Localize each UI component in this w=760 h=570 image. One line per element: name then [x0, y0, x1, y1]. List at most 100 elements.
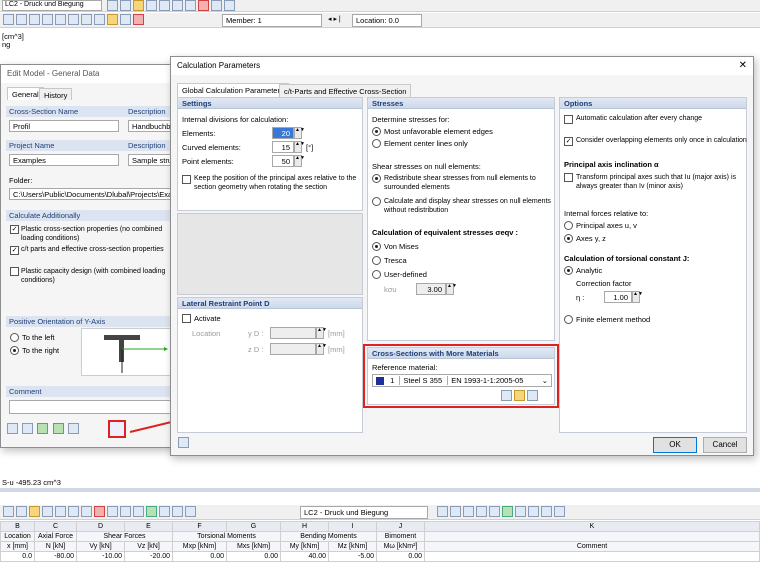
- k-input[interactable]: 3.00: [416, 283, 446, 295]
- axes-uv-radio[interactable]: [564, 221, 573, 230]
- elements-spinner[interactable]: ▲▼: [294, 127, 305, 139]
- von-mises-radio[interactable]: [372, 242, 381, 251]
- tool-icon[interactable]: [29, 14, 40, 25]
- plastic-props-checkbox[interactable]: ✓: [10, 225, 19, 234]
- project-desc-input[interactable]: Sample struc: [128, 154, 176, 166]
- edit-icon[interactable]: [22, 423, 34, 434]
- activate-checkbox[interactable]: [182, 314, 191, 323]
- tool-icon[interactable]: [94, 14, 105, 25]
- table-loadcase-select[interactable]: LC2 - Druck und Biegung: [300, 506, 428, 519]
- tool-icon[interactable]: [107, 14, 118, 25]
- ct-parts-checkbox[interactable]: ✓: [10, 246, 19, 255]
- tool-icon[interactable]: [515, 506, 526, 517]
- tool-icon[interactable]: [55, 506, 66, 517]
- axes-yz-radio[interactable]: [564, 234, 573, 243]
- tool-icon[interactable]: [68, 506, 79, 517]
- tool-icon[interactable]: [146, 506, 157, 517]
- folder-input[interactable]: C:\Users\Public\Documents\Dlubal\Project…: [9, 188, 176, 200]
- table-cell[interactable]: 40.00: [280, 551, 329, 562]
- table-icon[interactable]: [159, 0, 170, 11]
- eta-spinner[interactable]: ▲▼: [632, 291, 643, 303]
- plastic-capacity-checkbox[interactable]: [10, 267, 19, 276]
- tool-icon[interactable]: [120, 14, 131, 25]
- prev-icon[interactable]: [107, 0, 118, 11]
- results-icon[interactable]: [146, 0, 157, 11]
- help-icon[interactable]: [7, 423, 18, 434]
- table-cell[interactable]: -80.00: [34, 551, 77, 562]
- project-name-input[interactable]: Examples: [9, 154, 119, 166]
- zd-spinner[interactable]: ▲▼: [316, 343, 327, 355]
- tool-icon[interactable]: [133, 506, 144, 517]
- tool-icon[interactable]: [489, 506, 500, 517]
- splitter[interactable]: [0, 488, 760, 492]
- point-input[interactable]: 50: [272, 155, 294, 167]
- elements-input[interactable]: 20: [272, 127, 294, 139]
- prev-icon[interactable]: [437, 506, 448, 517]
- analytic-radio[interactable]: [564, 266, 573, 275]
- most-unfav-radio[interactable]: [372, 127, 381, 136]
- tool-icon[interactable]: [463, 506, 474, 517]
- grid-icon[interactable]: [172, 0, 183, 11]
- tool-icon[interactable]: [55, 14, 66, 25]
- tool-icon[interactable]: [94, 506, 105, 517]
- k-spinner[interactable]: ▲▼: [446, 283, 457, 295]
- tool-icon[interactable]: [172, 506, 183, 517]
- curved-spinner[interactable]: ▲▼: [294, 141, 305, 153]
- member-nav-icons[interactable]: ◂ ▸ |: [328, 15, 341, 23]
- export-icon[interactable]: [67, 423, 79, 434]
- zd-input[interactable]: [270, 343, 316, 355]
- tool-icon[interactable]: [107, 506, 118, 517]
- tool-icon[interactable]: [42, 14, 53, 25]
- point-spinner[interactable]: ▲▼: [294, 155, 305, 167]
- curved-input[interactable]: 15: [272, 141, 294, 153]
- loadcase-select[interactable]: LC2 - Druck und Biegung: [2, 0, 102, 11]
- table-cell[interactable]: [424, 551, 760, 562]
- user-def-radio[interactable]: [372, 270, 381, 279]
- cross-section-name-input[interactable]: Profil: [9, 120, 119, 132]
- table-cell[interactable]: 0.00: [226, 551, 281, 562]
- fem-radio[interactable]: [564, 315, 573, 324]
- tab-ct-parts[interactable]: c/t-Parts and Effective Cross-Section: [279, 84, 412, 98]
- yd-spinner[interactable]: ▲▼: [316, 327, 327, 339]
- ok-button[interactable]: OK: [653, 437, 697, 453]
- to-right-radio[interactable]: [10, 346, 19, 355]
- fx-icon[interactable]: [554, 506, 565, 517]
- calc-icon[interactable]: [133, 0, 144, 11]
- import-icon[interactable]: [52, 423, 64, 434]
- location-select[interactable]: Location: 0.0: [352, 14, 422, 27]
- tool-icon[interactable]: [185, 506, 196, 517]
- tab-global-calc[interactable]: Global Calculation Parameters: [177, 83, 289, 97]
- table-row[interactable]: 0.0 -80.00 -10.00 -20.00 0.00 0.00 40.00 -5.00 0…: [0, 551, 760, 562]
- tool-icon[interactable]: [81, 14, 92, 25]
- view-icon[interactable]: [211, 0, 222, 11]
- section-icon[interactable]: [185, 0, 196, 11]
- help-icon[interactable]: [178, 437, 189, 448]
- member-select[interactable]: Member: 1: [222, 14, 322, 27]
- table-cell[interactable]: 0.00: [172, 551, 227, 562]
- to-left-radio[interactable]: [10, 333, 19, 342]
- tool-icon[interactable]: [42, 506, 53, 517]
- tool-icon[interactable]: [120, 506, 131, 517]
- tresca-radio[interactable]: [372, 256, 381, 265]
- units-icon[interactable]: [37, 423, 49, 434]
- next-icon[interactable]: [450, 506, 461, 517]
- table-cell[interactable]: -20.00: [124, 551, 173, 562]
- yd-input[interactable]: [270, 327, 316, 339]
- tool-icon[interactable]: [81, 506, 92, 517]
- cancel-button[interactable]: Cancel: [703, 437, 747, 453]
- keep-pos-checkbox[interactable]: [182, 175, 191, 184]
- transform-checkbox[interactable]: [564, 173, 573, 182]
- redistribute-radio[interactable]: [372, 174, 381, 183]
- tool-icon[interactable]: [528, 506, 539, 517]
- eta-input[interactable]: 1.00: [604, 291, 632, 303]
- tool-icon[interactable]: [3, 506, 14, 517]
- table-cell[interactable]: 0.0: [0, 551, 35, 562]
- tool-icon[interactable]: [541, 506, 552, 517]
- tool-icon[interactable]: [16, 506, 27, 517]
- table-cell[interactable]: -10.00: [76, 551, 125, 562]
- next-icon[interactable]: [120, 0, 131, 11]
- tool-icon[interactable]: [16, 14, 27, 25]
- table-cell[interactable]: -5.00: [328, 551, 377, 562]
- table-cell[interactable]: 0.00: [376, 551, 425, 562]
- close-icon[interactable]: ✕: [739, 60, 747, 71]
